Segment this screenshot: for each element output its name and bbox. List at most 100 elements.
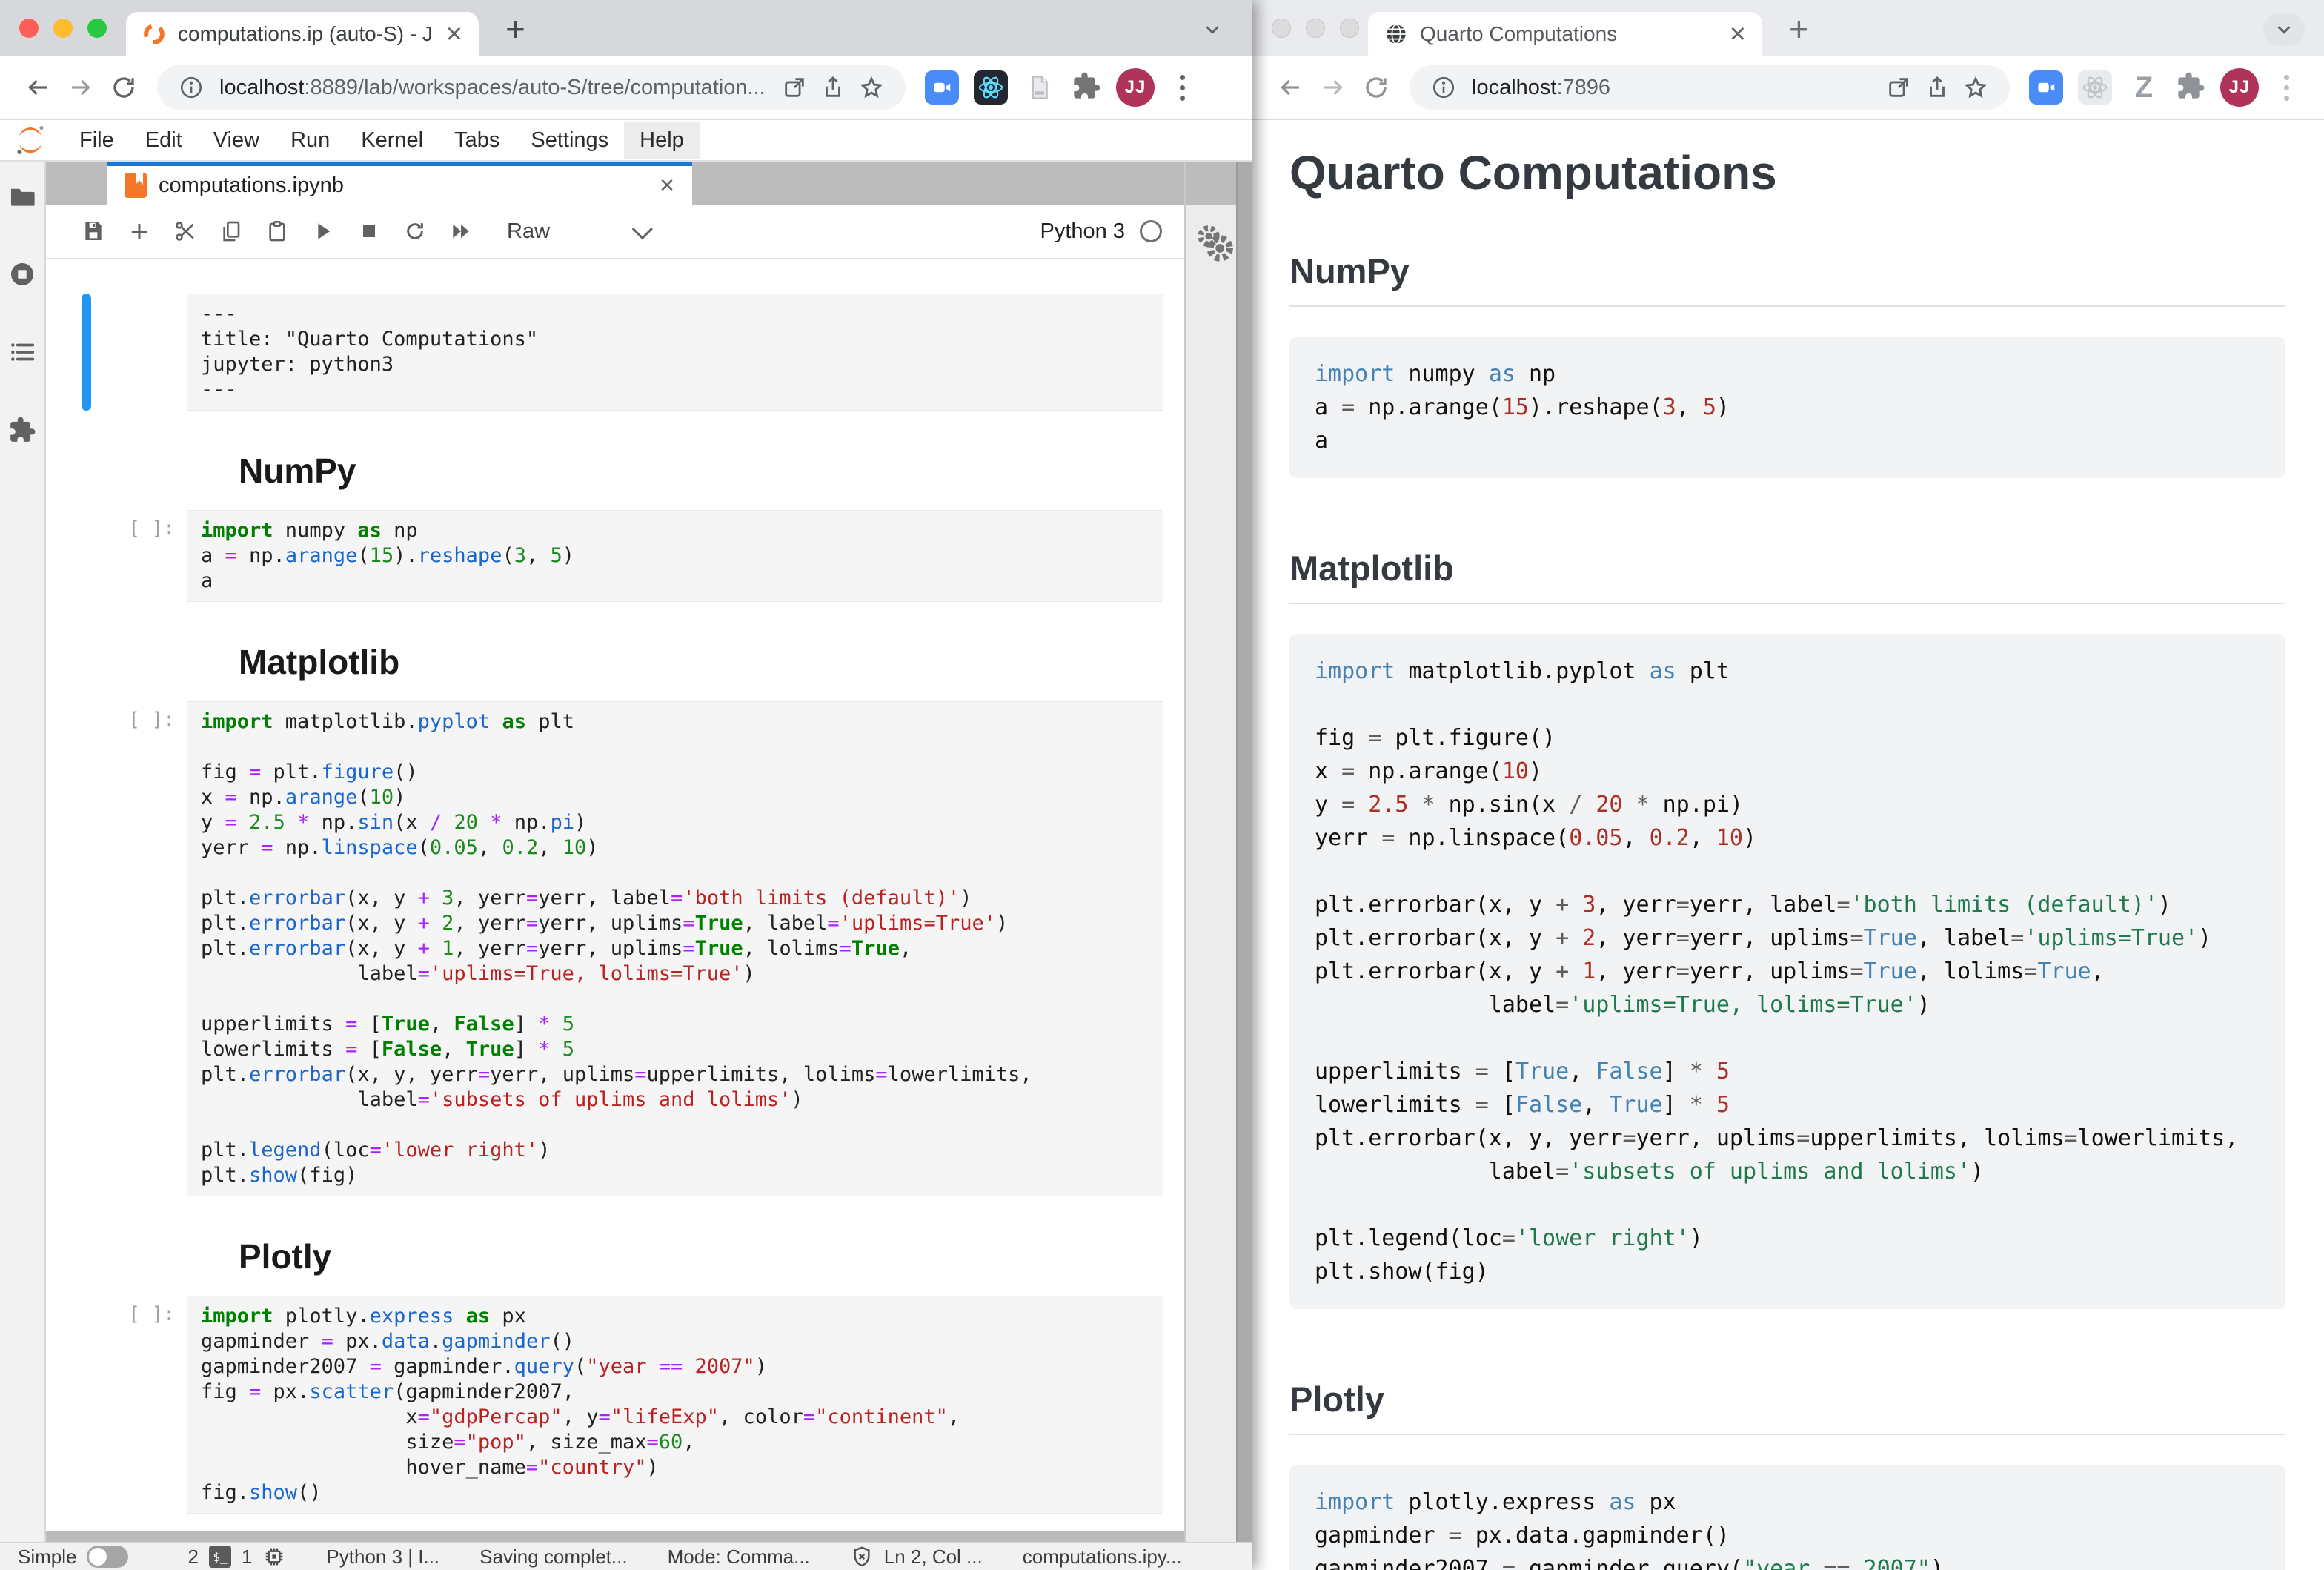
menu-file[interactable]: File	[64, 122, 130, 159]
extensions-row: Z JJ	[2029, 68, 2300, 107]
forward-icon[interactable]	[59, 66, 102, 109]
table-of-contents-icon[interactable]	[8, 338, 36, 370]
menu-kernel[interactable]: Kernel	[345, 122, 439, 159]
browser-profile-avatar[interactable]: JJ	[1116, 68, 1155, 107]
share-icon[interactable]	[1918, 68, 1956, 107]
quarto-rendered-page[interactable]: Quarto Computations NumPy import numpy a…	[1252, 120, 2324, 1570]
reload-icon[interactable]	[102, 66, 145, 109]
code-block-numpy: import numpy as npa = np.arange(15).resh…	[1289, 337, 2285, 478]
menu-view[interactable]: View	[198, 122, 275, 159]
address-bar[interactable]: localhost:8889/lab/workspaces/auto-S/tre…	[157, 65, 906, 110]
cell-editor[interactable]: import matplotlib.pyplot as plt fig = pl…	[187, 701, 1163, 1196]
close-tab-icon[interactable]: ×	[446, 20, 462, 48]
command-mode-status[interactable]: Mode: Comma...	[668, 1546, 810, 1569]
browser-extensions-puzzle-icon[interactable]	[2176, 71, 2205, 105]
running-sessions-icon[interactable]	[8, 260, 36, 292]
markdown-heading-numpy: NumPy	[239, 449, 1184, 492]
left-browser-toolbar: localhost:8889/lab/workspaces/auto-S/tre…	[0, 56, 1252, 120]
cell-type-chevron-icon[interactable]	[632, 219, 653, 239]
back-icon[interactable]	[16, 66, 59, 109]
open-in-window-icon[interactable]	[775, 68, 814, 107]
react-devtools-extension-icon[interactable]	[974, 70, 1008, 105]
menu-settings[interactable]: Settings	[515, 122, 624, 159]
cell-editor[interactable]: import plotly.express as pxgapminder = p…	[187, 1296, 1163, 1514]
bookmark-star-icon[interactable]	[1956, 68, 1995, 107]
reload-icon[interactable]	[1355, 66, 1398, 109]
notebook-content[interactable]: ---title: "Quarto Computations"jupyter: …	[46, 259, 1184, 1531]
cell-type-dropdown[interactable]: Raw	[507, 219, 550, 244]
zoom-window-button[interactable]	[1340, 19, 1359, 38]
minimize-window-button[interactable]	[53, 19, 73, 38]
zoom-extension-icon[interactable]	[925, 70, 959, 105]
share-icon[interactable]	[814, 68, 852, 107]
paste-cells-icon[interactable]	[264, 218, 290, 245]
cursor-position[interactable]: Ln 2, Col ...	[884, 1546, 983, 1569]
scrollbar[interactable]	[1236, 162, 1252, 1542]
zoom-extension-icon[interactable]	[2029, 70, 2063, 105]
save-icon[interactable]	[80, 218, 107, 245]
new-tab-button[interactable]: +	[1789, 9, 1809, 49]
forward-icon[interactable]	[1312, 66, 1355, 109]
react-devtools-extension-icon[interactable]	[2078, 70, 2112, 105]
right-browser-toolbar: localhost:7896 Z JJ	[1252, 56, 2324, 120]
z-extension-icon[interactable]: Z	[2127, 71, 2161, 105]
notebook-document-tab[interactable]: computations.ipynb ×	[107, 162, 692, 205]
copy-cells-icon[interactable]	[218, 218, 245, 245]
cell-editor[interactable]: ---title: "Quarto Computations"jupyter: …	[187, 294, 1163, 411]
tab-search-chevron-icon[interactable]	[1192, 13, 1233, 46]
close-window-button[interactable]	[1272, 19, 1291, 38]
restart-kernel-icon[interactable]	[402, 218, 428, 245]
simple-mode-toggle[interactable]	[87, 1546, 128, 1568]
interrupt-kernel-icon[interactable]	[356, 218, 382, 245]
menu-run[interactable]: Run	[275, 122, 345, 159]
jupyter-logo	[13, 123, 47, 157]
run-cell-icon[interactable]	[310, 218, 336, 245]
browser-extensions-puzzle-icon[interactable]	[1072, 71, 1101, 105]
menu-edit[interactable]: Edit	[130, 122, 198, 159]
site-info-icon[interactable]	[172, 68, 210, 107]
raw-frontmatter-cell[interactable]: ---title: "Quarto Computations"jupyter: …	[46, 294, 1184, 411]
close-notebook-icon[interactable]: ×	[660, 173, 674, 198]
browser-menu-icon[interactable]	[2274, 75, 2300, 101]
property-inspector-gears-icon[interactable]	[1193, 222, 1235, 264]
quarto-preview-browser-window: Quarto Computations × + localhost:7896	[1252, 0, 2324, 1570]
tab-search-chevron-icon[interactable]	[2263, 13, 2305, 46]
matplotlib-code-cell[interactable]: [ ]: import matplotlib.pyplot as plt fig…	[46, 701, 1184, 1196]
minimize-window-button[interactable]	[1306, 19, 1325, 38]
browser-tab-jupyter[interactable]: computations.ip (auto-S) - Jup ×	[126, 12, 479, 56]
back-icon[interactable]	[1269, 66, 1312, 109]
simple-mode-label: Simple	[18, 1546, 76, 1569]
bookmark-star-icon[interactable]	[852, 68, 891, 107]
section-divider	[1289, 603, 2285, 604]
document-extension-icon[interactable]	[1023, 70, 1057, 105]
new-tab-button[interactable]: +	[505, 9, 525, 49]
notebook-tab-title: computations.ipynb	[159, 173, 648, 198]
file-browser-icon[interactable]	[8, 182, 36, 214]
menu-tabs[interactable]: Tabs	[439, 122, 515, 159]
add-cell-icon[interactable]: +	[126, 218, 153, 245]
zoom-window-button[interactable]	[87, 19, 107, 38]
open-in-window-icon[interactable]	[1879, 68, 1918, 107]
trust-shield-icon	[850, 1545, 874, 1569]
page-title: Quarto Computations	[1289, 147, 2285, 199]
close-window-button[interactable]	[19, 19, 39, 38]
extension-manager-icon[interactable]	[8, 416, 36, 448]
address-bar[interactable]: localhost:7896	[1410, 65, 2010, 110]
cell-editor[interactable]: import numpy as npa = np.arange(15).resh…	[187, 510, 1163, 602]
close-tab-icon[interactable]: ×	[1730, 20, 1746, 48]
browser-tab-quarto[interactable]: Quarto Computations ×	[1368, 12, 1762, 56]
kernel-status-icon[interactable]	[1140, 220, 1162, 242]
restart-run-all-icon[interactable]	[448, 218, 474, 245]
kernel-status-text[interactable]: Python 3 | I...	[326, 1546, 439, 1569]
menu-help[interactable]: Help	[624, 122, 700, 159]
browser-menu-icon[interactable]	[1169, 75, 1195, 101]
plotly-code-cell[interactable]: [ ]: import plotly.express as pxgapminde…	[46, 1296, 1184, 1514]
numpy-code-cell[interactable]: [ ]: import numpy as npa = np.arange(15)…	[46, 510, 1184, 602]
kernel-name[interactable]: Python 3	[1040, 219, 1125, 244]
extensions-row: JJ	[925, 68, 1195, 107]
cut-cells-icon[interactable]	[172, 218, 199, 245]
panel-bottom-edge	[46, 1531, 1184, 1542]
jupyter-menubar: File Edit View Run Kernel Tabs Settings …	[0, 120, 1252, 162]
site-info-icon[interactable]	[1424, 68, 1463, 107]
browser-profile-avatar[interactable]: JJ	[2220, 68, 2259, 107]
